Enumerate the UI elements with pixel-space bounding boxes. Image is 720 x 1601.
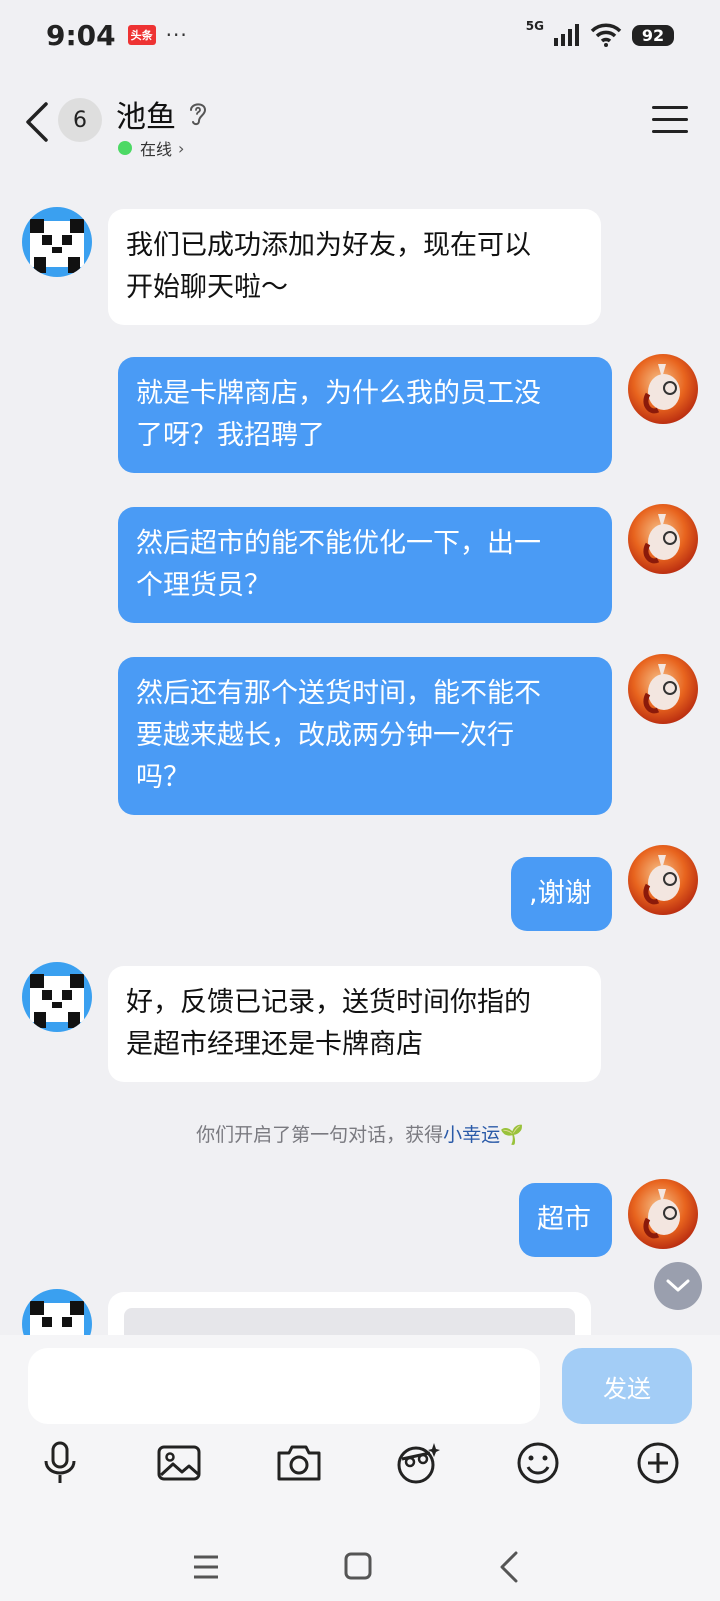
panda-avatar-icon bbox=[30, 1301, 84, 1335]
message-bubble-outgoing[interactable]: 然后还有那个送货时间，能不能不 要越来越长，改成两分钟一次行 吗？ bbox=[118, 657, 612, 815]
contact-avatar[interactable] bbox=[22, 1289, 92, 1335]
system-note-text: 你们开启了第一句对话，获得 bbox=[196, 1124, 444, 1146]
system-note: 你们开启了第一句对话，获得小幸运🌱 bbox=[0, 1120, 720, 1147]
online-label: 在线 bbox=[140, 140, 173, 159]
battery-indicator: 92 bbox=[632, 24, 674, 46]
emoji-icon[interactable] bbox=[514, 1439, 562, 1487]
chat-area[interactable]: 我们已成功添加为好友，现在可以 开始聊天啦～ 就是卡牌商店，为什么我的员工没 了… bbox=[0, 165, 720, 1335]
message-text-line: 就是卡牌商店，为什么我的员工没 bbox=[136, 378, 541, 409]
quoted-message-preview bbox=[124, 1308, 575, 1335]
ear-icon[interactable] bbox=[185, 98, 211, 128]
message-text-line: 然后超市的能不能优化一下，出一 bbox=[136, 528, 541, 559]
my-avatar[interactable] bbox=[628, 845, 698, 915]
message-text-line: 了呀？我招聘了 bbox=[136, 420, 325, 451]
pony-avatar-icon bbox=[643, 664, 680, 714]
more-notifications-icon: ··· bbox=[165, 23, 188, 47]
message-text: 超市 bbox=[537, 1204, 591, 1235]
contact-name[interactable]: 池鱼 bbox=[116, 92, 176, 136]
input-toolbar bbox=[0, 1439, 720, 1495]
message-bubble-outgoing[interactable]: 就是卡牌商店，为什么我的员工没 了呀？我招聘了 bbox=[118, 357, 612, 473]
panda-avatar-icon bbox=[30, 974, 84, 1028]
message-text: ,谢谢 bbox=[529, 878, 592, 909]
unread-count-badge[interactable]: 6 bbox=[58, 98, 102, 142]
plus-icon[interactable] bbox=[634, 1439, 682, 1487]
online-status[interactable]: 在线 › bbox=[118, 136, 184, 160]
send-button[interactable]: 发送 bbox=[562, 1348, 692, 1424]
message-text-line: 开始聊天啦～ bbox=[126, 272, 288, 303]
panda-avatar-icon bbox=[30, 219, 84, 273]
pony-avatar-icon bbox=[643, 855, 680, 905]
chevron-right-icon: › bbox=[178, 138, 185, 158]
my-avatar[interactable] bbox=[628, 504, 698, 574]
message-text-line: 个理货员？ bbox=[136, 570, 271, 601]
my-avatar[interactable] bbox=[628, 654, 698, 724]
menu-icon[interactable] bbox=[652, 106, 688, 136]
microphone-icon[interactable] bbox=[36, 1439, 84, 1487]
news-app-icon: 头条 bbox=[127, 25, 156, 45]
status-bar: 9:04 头条 ··· 5G 92 bbox=[0, 0, 720, 70]
message-text-line: 然后还有那个送货时间，能不能不 bbox=[136, 678, 541, 709]
network-type-label: 5G bbox=[525, 19, 544, 33]
home-icon[interactable] bbox=[338, 1549, 378, 1585]
message-bubble-incoming[interactable]: 我们已成功添加为好友，现在可以 开始聊天啦～ bbox=[108, 209, 601, 325]
back-icon[interactable] bbox=[22, 100, 52, 144]
my-avatar[interactable] bbox=[628, 354, 698, 424]
message-text-line: 我们已成功添加为好友，现在可以 bbox=[126, 230, 531, 261]
my-avatar[interactable] bbox=[628, 1179, 698, 1249]
signal-icon bbox=[554, 24, 579, 46]
contact-avatar[interactable] bbox=[22, 962, 92, 1032]
recent-apps-icon[interactable] bbox=[186, 1549, 226, 1585]
status-time: 9:04 bbox=[46, 18, 116, 52]
sticker-icon[interactable] bbox=[394, 1439, 442, 1487]
online-dot-icon bbox=[118, 141, 132, 155]
quoted-message-card[interactable] bbox=[108, 1292, 591, 1335]
scroll-down-button[interactable] bbox=[654, 1262, 702, 1310]
message-text-line: 好，反馈已记录，送货时间你指的 bbox=[126, 987, 531, 1018]
input-area: 发送 bbox=[0, 1335, 720, 1601]
pony-avatar-icon bbox=[643, 514, 680, 564]
message-bubble-outgoing[interactable]: 然后超市的能不能优化一下，出一 个理货员？ bbox=[118, 507, 612, 623]
message-bubble-outgoing[interactable]: ,谢谢 bbox=[511, 857, 612, 931]
message-text-line: 要越来越长，改成两分钟一次行 bbox=[136, 720, 514, 751]
message-bubble-incoming[interactable]: 好，反馈已记录，送货时间你指的 是超市经理还是卡牌商店 bbox=[108, 966, 601, 1082]
chevron-down-icon bbox=[666, 1279, 690, 1292]
message-text-line: 吗？ bbox=[136, 762, 190, 793]
system-navigation-bar bbox=[0, 1535, 720, 1601]
pony-avatar-icon bbox=[643, 1189, 680, 1239]
message-bubble-outgoing[interactable]: 超市 bbox=[519, 1183, 612, 1257]
wifi-icon bbox=[590, 23, 622, 47]
back-nav-icon[interactable] bbox=[490, 1549, 530, 1585]
pony-avatar-icon bbox=[643, 364, 680, 414]
timestamp-partially-hidden bbox=[0, 165, 720, 171]
sprout-icon: 🌱 bbox=[500, 1124, 524, 1146]
message-text-line: 是超市经理还是卡牌商店 bbox=[126, 1029, 423, 1060]
image-icon[interactable] bbox=[155, 1439, 203, 1487]
contact-avatar[interactable] bbox=[22, 207, 92, 277]
camera-icon[interactable] bbox=[275, 1439, 323, 1487]
chat-header: 6 池鱼 在线 › bbox=[0, 70, 720, 165]
lucky-link[interactable]: 小幸运 bbox=[443, 1124, 500, 1146]
message-input[interactable] bbox=[28, 1348, 540, 1424]
